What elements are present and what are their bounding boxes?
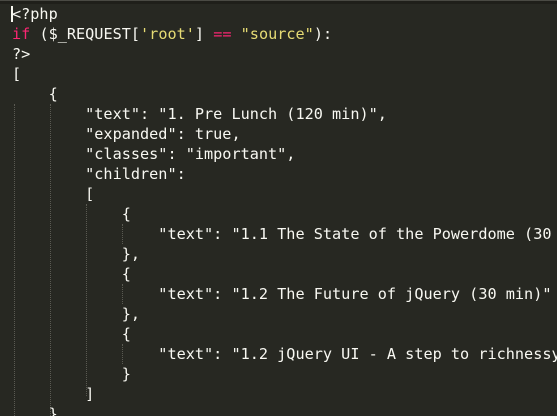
code-line[interactable]: "text": "1.1 The State of the Powerdome … <box>12 224 557 244</box>
code-token: { <box>12 205 131 223</box>
code-line[interactable]: }, <box>12 304 557 324</box>
code-token: "text": "1. Pre Lunch (120 min)", <box>12 105 387 123</box>
code-line[interactable]: "children": <box>12 164 557 184</box>
code-token: "expanded": true, <box>12 125 241 143</box>
code-token: { <box>12 265 131 283</box>
code-line[interactable]: } <box>12 364 557 384</box>
code-token: { <box>12 325 131 343</box>
code-token: "children": <box>12 165 186 183</box>
code-line[interactable]: "text": "1. Pre Lunch (120 min)", <box>12 104 557 124</box>
code-token: [ <box>12 65 22 83</box>
code-token: "text": "1.2 The Future of jQuery (30 mi… <box>12 285 552 303</box>
code-token: ] <box>194 25 214 43</box>
text-cursor <box>11 6 13 22</box>
code-line[interactable]: "text": "1.2 jQuery UI - A step to richn… <box>12 344 557 364</box>
code-line[interactable]: { <box>12 84 557 104</box>
code-content[interactable]: <?php if ($_REQUEST['root'] == "source"):… <box>12 4 557 416</box>
code-line[interactable]: [ <box>12 184 557 204</box>
code-token: ?> <box>12 45 31 63</box>
code-token: "text": "1.1 The State of the Powerdome … <box>12 225 557 243</box>
code-line[interactable]: { <box>12 204 557 224</box>
code-line[interactable]: "text": "1.2 The Future of jQuery (30 mi… <box>12 284 557 304</box>
code-line[interactable]: { <box>12 264 557 284</box>
code-token: { <box>12 85 58 103</box>
code-line[interactable]: ?> <box>12 44 557 64</box>
code-editor[interactable]: <?php if ($_REQUEST['root'] == "source"):… <box>0 0 557 416</box>
code-token: [ <box>12 185 95 203</box>
code-token: 'root' <box>140 25 195 43</box>
code-line[interactable]: }, <box>12 244 557 264</box>
code-line[interactable]: if ($_REQUEST['root'] == "source"): <box>12 24 557 44</box>
code-token: == <box>213 25 232 43</box>
code-token: }, <box>12 245 141 263</box>
code-line[interactable]: "expanded": true, <box>12 124 557 144</box>
code-line[interactable]: ] <box>12 384 557 404</box>
code-line[interactable]: [ <box>12 64 557 84</box>
code-token: if <box>12 25 31 43</box>
code-token: }, <box>12 405 67 416</box>
code-line[interactable]: { <box>12 324 557 344</box>
code-token: "text": "1.2 jQuery UI - A step to richn… <box>158 345 557 363</box>
code-token: ] <box>12 385 95 403</box>
code-token: }, <box>12 305 141 323</box>
code-line[interactable]: }, <box>12 404 557 416</box>
code-line[interactable]: "classes": "important", <box>12 144 557 164</box>
code-line[interactable]: <?php <box>12 4 557 24</box>
code-token: "source" <box>240 25 314 43</box>
code-token: ($_REQUEST[ <box>30 25 141 43</box>
code-token: <?php <box>12 5 58 23</box>
code-token: ): <box>313 25 333 43</box>
code-token: "classes": "important", <box>12 145 296 163</box>
code-token: } <box>12 365 131 383</box>
